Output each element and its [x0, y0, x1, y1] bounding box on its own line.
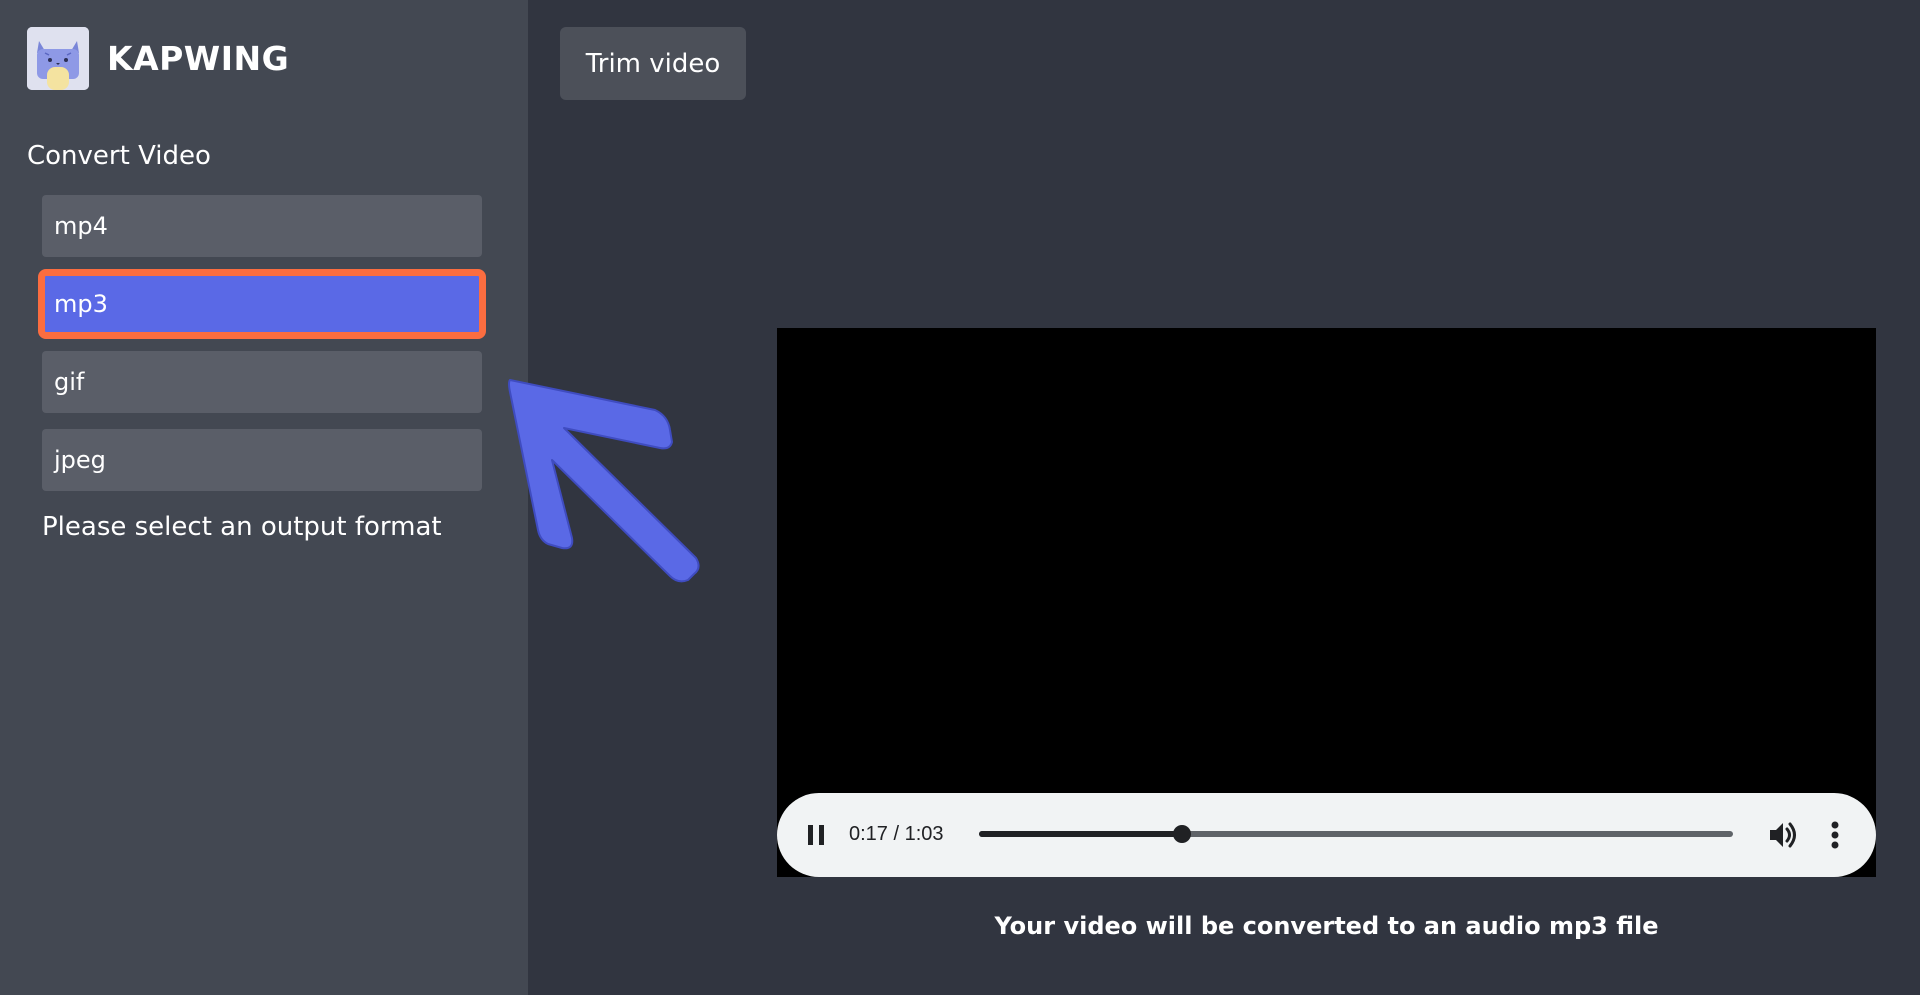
format-option-jpeg[interactable]: jpeg — [42, 429, 482, 491]
video-player[interactable]: 0:17 / 1:03 — [777, 328, 1876, 877]
trim-video-button[interactable]: Trim video — [560, 27, 746, 100]
format-hint: Please select an output format — [42, 512, 442, 542]
progress-bar[interactable] — [979, 825, 1733, 843]
brand-name: KAPWING — [107, 38, 290, 78]
format-option-mp4[interactable]: mp4 — [42, 195, 482, 257]
sidebar: KAPWING Convert Video mp4 mp3 gif jpeg P… — [0, 0, 528, 995]
brand[interactable]: KAPWING — [27, 26, 289, 90]
progress-fill — [979, 831, 1183, 837]
conversion-caption: Your video will be converted to an audio… — [994, 912, 1659, 940]
cat-logo-icon — [27, 26, 89, 90]
time-display: 0:17 / 1:03 — [849, 823, 944, 845]
format-option-mp3[interactable]: mp3 — [38, 269, 486, 339]
format-option-gif[interactable]: gif — [42, 351, 482, 413]
video-controls: 0:17 / 1:03 — [777, 793, 1876, 877]
more-options-icon[interactable] — [1830, 821, 1840, 849]
volume-icon[interactable] — [1767, 819, 1799, 851]
format-list: mp4 mp3 gif jpeg — [38, 195, 486, 507]
progress-thumb[interactable] — [1173, 825, 1192, 843]
pointer-arrow-icon — [508, 379, 700, 583]
pause-icon[interactable] — [804, 823, 828, 847]
section-title: Convert Video — [27, 141, 211, 171]
